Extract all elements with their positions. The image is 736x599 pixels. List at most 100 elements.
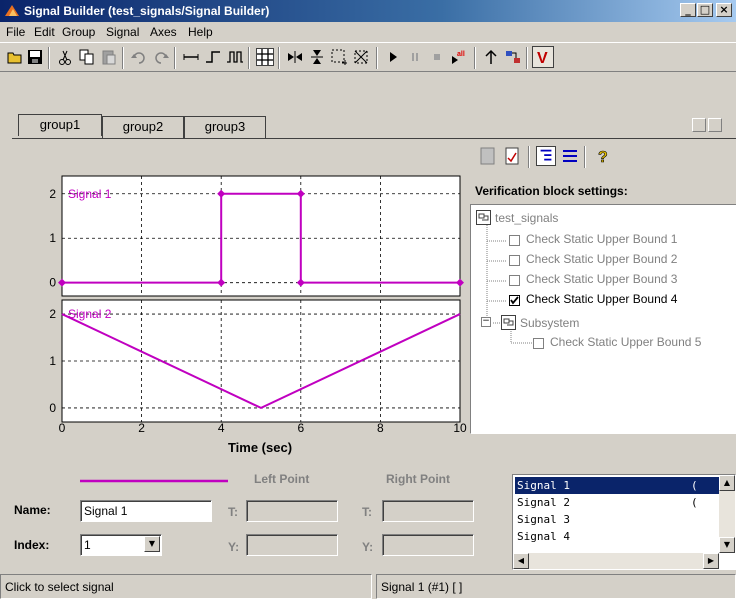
verification-settings-label: Verification block settings:: [475, 184, 628, 198]
horizontal-scrollbar-track[interactable]: [529, 553, 703, 569]
requirements-icon[interactable]: [478, 146, 498, 166]
svg-text:?: ?: [598, 149, 608, 166]
checkbox-bound-4[interactable]: [509, 295, 520, 306]
scroll-left-icon[interactable]: ◀: [513, 553, 529, 569]
checkbox-bound-3[interactable]: [509, 275, 520, 286]
signal2-y-tick-label: 0: [49, 401, 56, 415]
svg-text:V: V: [537, 50, 548, 67]
copy-icon[interactable]: [78, 48, 96, 66]
right-point-y-input[interactable]: [382, 534, 474, 556]
left-point-label: Left Point: [254, 472, 310, 486]
right-point-label: Right Point: [386, 472, 450, 486]
signal1-name-label: Signal 1: [68, 187, 112, 201]
verification-icon[interactable]: V: [532, 46, 554, 68]
checkbox-bound-5[interactable]: [533, 338, 544, 349]
signal1-y-tick-label: 0: [49, 276, 56, 290]
chevron-down-icon[interactable]: ▼: [144, 536, 160, 552]
signal2-name-label: Signal 2: [68, 307, 112, 321]
menu-axes[interactable]: Axes: [150, 25, 177, 39]
tree-node-subsystem[interactable]: Subsystem: [520, 316, 579, 330]
checkbox-bound-2[interactable]: [509, 255, 520, 266]
toolbar-separator: [376, 47, 378, 69]
status-bar-signal-info: Signal 1 (#1) [ ]: [376, 574, 736, 599]
tab-scroll-right-button[interactable]: [708, 118, 722, 132]
toolbar-separator: [174, 47, 176, 69]
simulink-icon[interactable]: [504, 48, 522, 66]
checkmark-icon: [510, 296, 519, 305]
list-item[interactable]: Signal 3: [515, 511, 721, 528]
menu-bar: File Edit Group Signal Axes Help: [0, 22, 736, 42]
signal-line-sample: [80, 479, 228, 483]
vertical-scrollbar-track[interactable]: [719, 491, 735, 537]
cut-icon[interactable]: [56, 48, 74, 66]
minimize-button[interactable]: _: [680, 3, 696, 17]
save-icon[interactable]: [26, 48, 44, 66]
constant-icon[interactable]: [182, 48, 200, 66]
scroll-right-icon[interactable]: ▶: [703, 553, 719, 569]
title-bar[interactable]: Signal Builder (test_signals/Signal Buil…: [0, 0, 736, 22]
tab-group2[interactable]: group2: [102, 116, 184, 138]
signal1-y-tick-label: 2: [49, 187, 56, 201]
scroll-down-icon[interactable]: ▼: [719, 537, 735, 553]
undo-icon[interactable]: [130, 48, 148, 66]
scroll-up-icon[interactable]: ▲: [719, 475, 735, 491]
zoom-x-icon[interactable]: [286, 48, 304, 66]
step-icon[interactable]: [204, 48, 222, 66]
tree-node-bound-2[interactable]: Check Static Upper Bound 2: [526, 252, 677, 266]
menu-help[interactable]: Help: [188, 25, 213, 39]
tab-group1[interactable]: group1: [18, 114, 102, 136]
paste-icon[interactable]: [100, 48, 118, 66]
list-item[interactable]: Signal 4: [515, 528, 721, 545]
menu-group[interactable]: Group: [62, 25, 95, 39]
tree-node-bound-5[interactable]: Check Static Upper Bound 5: [550, 335, 701, 349]
list-row-suffix: (: [691, 479, 698, 492]
zoom-y-icon[interactable]: [308, 48, 326, 66]
toolbar-separator: [278, 47, 280, 69]
report-icon[interactable]: [502, 146, 522, 166]
zoom-box-icon[interactable]: [330, 48, 348, 66]
tab-divider: [12, 138, 736, 139]
signal-axes[interactable]: Signal 1 Signal 2 0 1 2 0 1 2 0 2 4 6 8 10 Time (s…: [30, 170, 475, 455]
tab-group3[interactable]: group3: [184, 116, 266, 138]
verification-tree[interactable]: test_signals Check Static Upper Bound 1 …: [470, 204, 736, 434]
signal-name-input[interactable]: Signal 1: [80, 500, 212, 522]
tree-view-icon[interactable]: [536, 146, 556, 166]
full-view-icon[interactable]: [352, 48, 370, 66]
play-icon[interactable]: [384, 48, 402, 66]
close-button[interactable]: ×: [716, 3, 732, 17]
collapse-subsystem-icon[interactable]: −: [481, 317, 491, 327]
up-icon[interactable]: [482, 48, 500, 66]
help-icon[interactable]: ?: [592, 146, 612, 166]
left-point-t-input[interactable]: [246, 500, 338, 522]
tree-node-bound-1[interactable]: Check Static Upper Bound 1: [526, 232, 677, 246]
menu-signal[interactable]: Signal: [106, 25, 139, 39]
index-select[interactable]: 1 ▼: [80, 534, 162, 556]
right-y-label: Y:: [362, 540, 374, 554]
maximize-button[interactable]: □: [697, 3, 713, 17]
play-all-icon[interactable]: all: [450, 48, 468, 66]
x-axis-label: Time (sec): [228, 440, 292, 455]
left-point-y-input[interactable]: [246, 534, 338, 556]
left-t-label: T:: [228, 505, 238, 519]
right-point-t-input[interactable]: [382, 500, 474, 522]
stop-icon[interactable]: [428, 48, 446, 66]
tree-node-bound-3[interactable]: Check Static Upper Bound 3: [526, 272, 677, 286]
tree-node-bound-4[interactable]: Check Static Upper Bound 4: [526, 292, 677, 306]
checkbox-bound-1[interactable]: [509, 235, 520, 246]
toolbar-separator: [474, 47, 476, 69]
redo-icon[interactable]: [152, 48, 170, 66]
signal-listbox[interactable]: Signal 1 Signal 2 Signal 3 Signal 4 ( ( …: [512, 474, 736, 570]
y-tick-labels: 0 1 2 0 1 2: [49, 187, 56, 415]
pause-icon[interactable]: [406, 48, 424, 66]
tree-node-test-signals[interactable]: test_signals: [495, 211, 558, 225]
menu-edit[interactable]: Edit: [34, 25, 55, 39]
pulse-icon[interactable]: [226, 48, 244, 66]
signal2-y-tick-label: 2: [49, 307, 56, 321]
list-view-icon[interactable]: [560, 146, 580, 166]
tab-scroll-left-button[interactable]: [692, 118, 706, 132]
x-tick-labels: 0 2 4 6 8 10: [59, 421, 467, 435]
grid-icon[interactable]: [256, 48, 274, 66]
open-icon[interactable]: [6, 48, 24, 66]
toolbar: all V: [0, 42, 736, 72]
menu-file[interactable]: File: [6, 25, 25, 39]
